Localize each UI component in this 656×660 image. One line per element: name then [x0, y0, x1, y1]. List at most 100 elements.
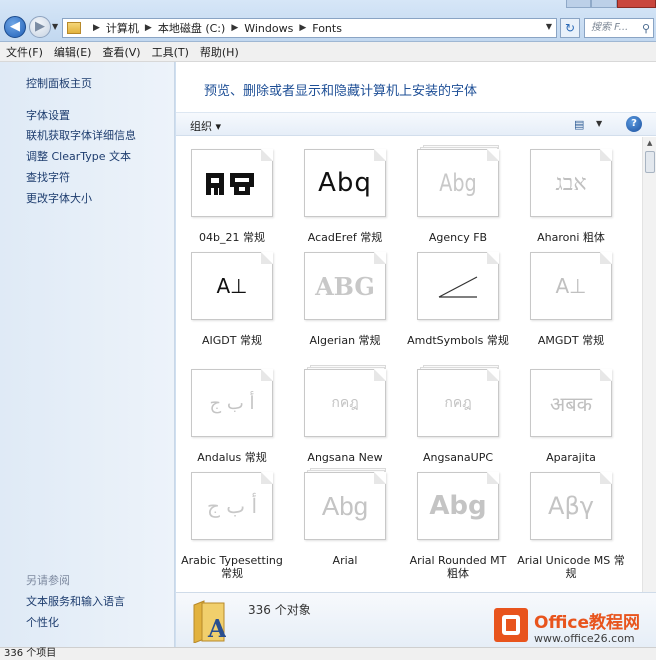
- font-item[interactable]: Abg Arial Rounded MT 粗体: [404, 472, 512, 580]
- font-item[interactable]: Aβγ Arial Unicode MS 常规: [517, 472, 625, 580]
- get-font-info-online-link[interactable]: 联机获取字体详细信息: [26, 127, 136, 143]
- organize-button[interactable]: 组织 ▾: [190, 118, 221, 134]
- address-bar[interactable]: ▶ 计算机 ▶ 本地磁盘 (C:) ▶ Windows ▶ Fonts ▼: [62, 18, 557, 38]
- font-sample: Abg: [429, 491, 487, 521]
- menu-view[interactable]: 查看(V): [102, 44, 140, 60]
- font-item[interactable]: 04b_21 常规: [178, 149, 286, 244]
- chevron-down-icon[interactable]: ▼: [596, 119, 602, 128]
- font-name: AMGDT 常规: [537, 334, 605, 347]
- font-name: Andalus 常规: [197, 451, 267, 464]
- minimize-button[interactable]: [566, 0, 592, 8]
- font-sample: Aβγ: [548, 492, 594, 520]
- font-settings-link[interactable]: 字体设置: [26, 107, 70, 123]
- chevron-right-icon[interactable]: ▶: [299, 23, 306, 33]
- watermark-name: Office教程网: [534, 613, 641, 633]
- refresh-button[interactable]: ↻: [560, 18, 580, 38]
- menu-file[interactable]: 文件(F): [6, 44, 43, 60]
- title-bar: ◀ ▶ ▼ ▶ 计算机 ▶ 本地磁盘 (C:) ▶ Windows ▶ Font…: [0, 0, 656, 42]
- font-sample: Abq: [318, 168, 372, 198]
- maximize-button[interactable]: [591, 0, 617, 8]
- arrow-right-icon: ▶: [35, 19, 45, 34]
- menu-edit[interactable]: 编辑(E): [54, 44, 92, 60]
- change-view-icon[interactable]: ▤: [574, 118, 584, 131]
- adjust-cleartype-link[interactable]: 调整 ClearType 文本: [26, 148, 131, 164]
- font-name: Aharoni 粗体: [537, 231, 605, 244]
- font-name: Arabic Typesetting 常规: [181, 554, 283, 580]
- font-name: AcadEref 常规: [307, 231, 383, 244]
- font-file-icon: Abq: [304, 149, 386, 217]
- font-item[interactable]: أ ب ج Andalus 常规: [178, 369, 286, 464]
- font-file-icon: [417, 252, 499, 320]
- refresh-icon: ↻: [564, 21, 576, 35]
- text-services-link[interactable]: 文本服务和输入语言: [26, 593, 125, 609]
- chevron-down-icon[interactable]: ▼: [546, 22, 552, 31]
- font-file-icon: A⊥: [191, 252, 273, 320]
- font-item[interactable]: אבג Aharoni 粗体: [517, 149, 625, 244]
- font-name: Arial Unicode MS 常规: [517, 554, 625, 580]
- scrollbar-thumb[interactable]: [645, 151, 655, 173]
- font-family-icon: กคฎ: [417, 365, 499, 437]
- watermark-url: www.office26.com: [534, 632, 635, 645]
- menu-tools[interactable]: 工具(T): [152, 44, 189, 60]
- font-file-icon: ABG: [304, 252, 386, 320]
- object-count: 336 个对象: [248, 603, 311, 617]
- back-button[interactable]: ◀: [4, 16, 26, 38]
- search-placeholder: 搜索 F...: [591, 22, 629, 33]
- font-item[interactable]: A⊥ AIGDT 常规: [178, 252, 286, 347]
- font-name: Angsana New: [307, 451, 383, 464]
- font-item[interactable]: ABG Algerian 常规: [291, 252, 399, 347]
- breadcrumb-local-disk[interactable]: 本地磁盘 (C:): [158, 20, 225, 36]
- chevron-right-icon[interactable]: ▶: [231, 23, 238, 33]
- breadcrumb-windows[interactable]: Windows: [244, 22, 293, 35]
- search-icon[interactable]: ⚲: [642, 20, 650, 38]
- font-item[interactable]: अबक Aparajita: [517, 369, 625, 464]
- control-panel-home-link[interactable]: 控制面板主页: [26, 75, 92, 91]
- font-name: AmdtSymbols 常规: [407, 334, 509, 347]
- chevron-right-icon[interactable]: ▶: [93, 23, 100, 33]
- fonts-folder-icon: A: [192, 599, 227, 644]
- font-sample: ABG: [315, 271, 375, 301]
- font-file-icon: अबक: [530, 369, 612, 437]
- change-font-size-link[interactable]: 更改字体大小: [26, 190, 92, 206]
- font-sample: A⊥: [216, 274, 248, 298]
- font-sample: أ ب ج: [206, 494, 257, 518]
- search-input[interactable]: 搜索 F... ⚲: [584, 18, 654, 38]
- command-bar: 组织 ▾ ▤ ▼ ?: [176, 112, 656, 136]
- menu-bar: 文件(F) 编辑(E) 查看(V) 工具(T) 帮助(H): [0, 42, 656, 62]
- font-item[interactable]: Abg Agency FB: [404, 145, 512, 244]
- chevron-right-icon[interactable]: ▶: [145, 23, 152, 33]
- find-character-link[interactable]: 查找字符: [26, 169, 70, 185]
- help-icon[interactable]: ?: [626, 116, 642, 132]
- font-sample: Abg: [439, 169, 477, 197]
- font-file-icon: אבג: [530, 149, 612, 217]
- menu-help[interactable]: 帮助(H): [200, 44, 239, 60]
- breadcrumb-computer[interactable]: 计算机: [106, 20, 139, 36]
- font-item[interactable]: Abg Arial: [291, 468, 399, 567]
- personalization-link[interactable]: 个性化: [26, 614, 59, 630]
- breadcrumb-fonts[interactable]: Fonts: [312, 22, 342, 35]
- font-family-icon: Abg: [417, 145, 499, 217]
- font-item[interactable]: أ ب ج Arabic Typesetting 常规: [178, 472, 286, 580]
- font-item[interactable]: AmdtSymbols 常规: [404, 252, 512, 347]
- arrow-left-icon: ◀: [10, 19, 20, 34]
- font-item[interactable]: A⊥ AMGDT 常规: [517, 252, 625, 347]
- font-item[interactable]: Abq AcadEref 常规: [291, 149, 399, 244]
- font-item[interactable]: กคฎ AngsanaUPC: [404, 365, 512, 464]
- scroll-up-icon[interactable]: ▲: [647, 139, 652, 147]
- close-button[interactable]: [616, 0, 656, 8]
- font-item[interactable]: กคฎ Angsana New: [291, 365, 399, 464]
- vertical-scrollbar[interactable]: ▲: [642, 137, 656, 592]
- font-sample: A⊥: [555, 274, 587, 298]
- font-sample: กคฎ: [444, 395, 472, 411]
- font-sample: Abg: [321, 490, 369, 521]
- recent-pages-dropdown[interactable]: ▼: [52, 22, 58, 31]
- font-name: Algerian 常规: [309, 334, 381, 347]
- font-sample: [191, 149, 273, 217]
- folder-icon: [67, 22, 81, 34]
- font-sample: กคฎ: [331, 395, 359, 411]
- forward-button[interactable]: ▶: [29, 16, 51, 38]
- font-name: AIGDT 常规: [202, 334, 262, 347]
- window-controls: [566, 0, 656, 8]
- font-name: Arial Rounded MT 粗体: [409, 554, 507, 580]
- font-name: 04b_21 常规: [199, 231, 265, 244]
